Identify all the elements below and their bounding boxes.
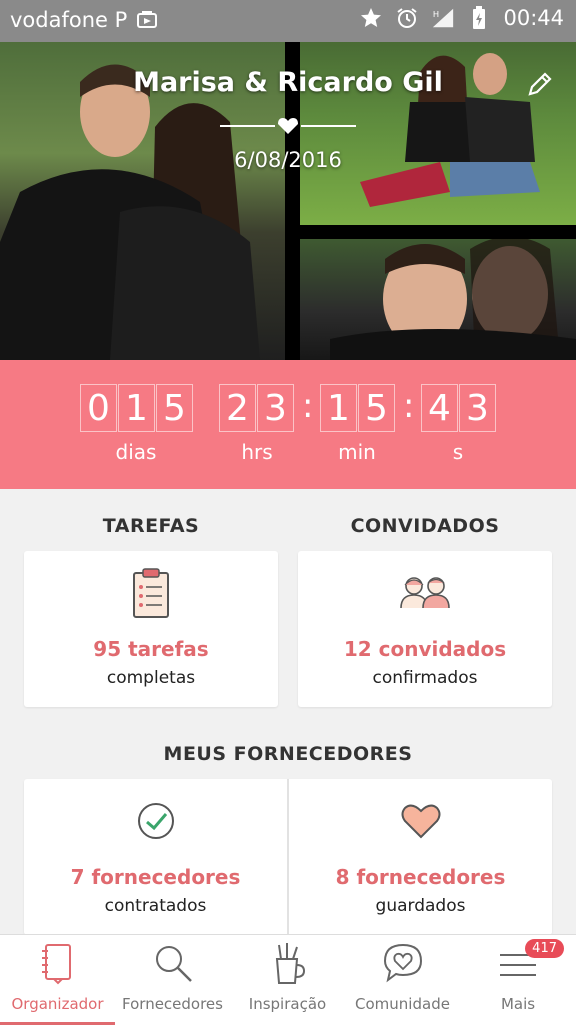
couple-photo-selfie (300, 239, 576, 360)
inspiration-icon (266, 941, 310, 985)
cast-icon (135, 8, 159, 32)
wedding-date: 6/08/2016 (234, 148, 342, 172)
check-circle-icon (136, 801, 176, 845)
tasks-count: 95 tarefas (93, 637, 209, 661)
seconds-label: s (452, 440, 464, 464)
vendors-heading: MEUS FORNECEDORES (163, 743, 413, 765)
days-digits: 0 1 5 (80, 384, 194, 432)
chat-heart-icon (381, 941, 425, 985)
digit: 5 (156, 384, 193, 432)
hours-label: hrs (241, 440, 273, 464)
digit: 4 (421, 384, 458, 432)
tasks-heading: TAREFAS (102, 515, 200, 537)
digit: 1 (320, 384, 357, 432)
guests-card[interactable]: 12 convidados confirmados (298, 551, 552, 707)
nav-label: Mais (500, 995, 536, 1013)
hours-digits: 2 3 (219, 384, 295, 432)
nav-mais[interactable]: 417 Mais (460, 935, 576, 1025)
nav-comunidade[interactable]: Comunidade (345, 935, 460, 1025)
digit: 1 (118, 384, 155, 432)
couple-photo-header: Marisa & Ricardo Gil 6/08/2016 (0, 42, 576, 360)
clipboard-icon (131, 567, 171, 623)
carrier-name: vodafone P (10, 8, 128, 32)
digit: 3 (459, 384, 496, 432)
alarm-icon (395, 6, 419, 30)
tasks-subtitle: completas (106, 668, 196, 688)
tasks-card[interactable]: 95 tarefas completas (24, 551, 278, 707)
minutes-digits: 1 5 (320, 384, 396, 432)
colon-separator: : (302, 386, 314, 426)
seconds-digits: 4 3 (421, 384, 497, 432)
nav-organizador[interactable]: Organizador (0, 935, 115, 1025)
days-label: dias (115, 440, 157, 464)
digit: 3 (257, 384, 294, 432)
heart-icon (401, 803, 441, 843)
vendors-card: 7 fornecedores contratados 8 fornecedore… (24, 779, 552, 935)
digit: 5 (358, 384, 395, 432)
status-bar: vodafone P H 00:44 (0, 0, 576, 42)
couple-names: Marisa & Ricardo Gil (133, 67, 443, 98)
signal-icon: H (431, 6, 455, 30)
nav-label: Fornecedores (122, 995, 223, 1013)
svg-text:H: H (433, 9, 439, 19)
saved-vendors-count: 8 fornecedores (335, 865, 506, 889)
star-icon (359, 6, 383, 30)
guests-subtitle: confirmados (372, 668, 478, 688)
digit: 0 (80, 384, 117, 432)
nav-fornecedores[interactable]: Fornecedores (115, 935, 230, 1025)
heart-divider (220, 117, 356, 135)
bottom-navigation: Organizador Fornecedores Inspiração Comu… (0, 934, 576, 1025)
guests-heading: CONVIDADOS (350, 515, 500, 537)
hired-vendors[interactable]: 7 fornecedores contratados (24, 779, 287, 935)
nav-label: Organizador (11, 995, 104, 1013)
wedding-countdown: 0 1 5 2 3 : 1 5 : 4 3 dias hrs min s (0, 360, 576, 489)
notification-badge: 417 (525, 939, 564, 958)
digit: 2 (219, 384, 256, 432)
pencil-icon[interactable] (526, 70, 554, 98)
hired-vendors-count: 7 fornecedores (70, 865, 241, 889)
nav-label: Comunidade (355, 995, 450, 1013)
nav-label: Inspiração (248, 995, 327, 1013)
clock-time: 00:44 (503, 6, 564, 30)
notebook-icon (36, 941, 80, 985)
search-icon (151, 941, 195, 985)
guests-icon (398, 575, 452, 613)
minutes-label: min (338, 440, 376, 464)
guests-count: 12 convidados (343, 637, 507, 661)
nav-inspiracao[interactable]: Inspiração (230, 935, 345, 1025)
saved-vendors[interactable]: 8 fornecedores guardados (289, 779, 552, 935)
saved-vendors-subtitle: guardados (375, 896, 466, 916)
battery-icon (467, 6, 491, 30)
hired-vendors-subtitle: contratados (104, 896, 207, 916)
colon-separator: : (403, 386, 415, 426)
